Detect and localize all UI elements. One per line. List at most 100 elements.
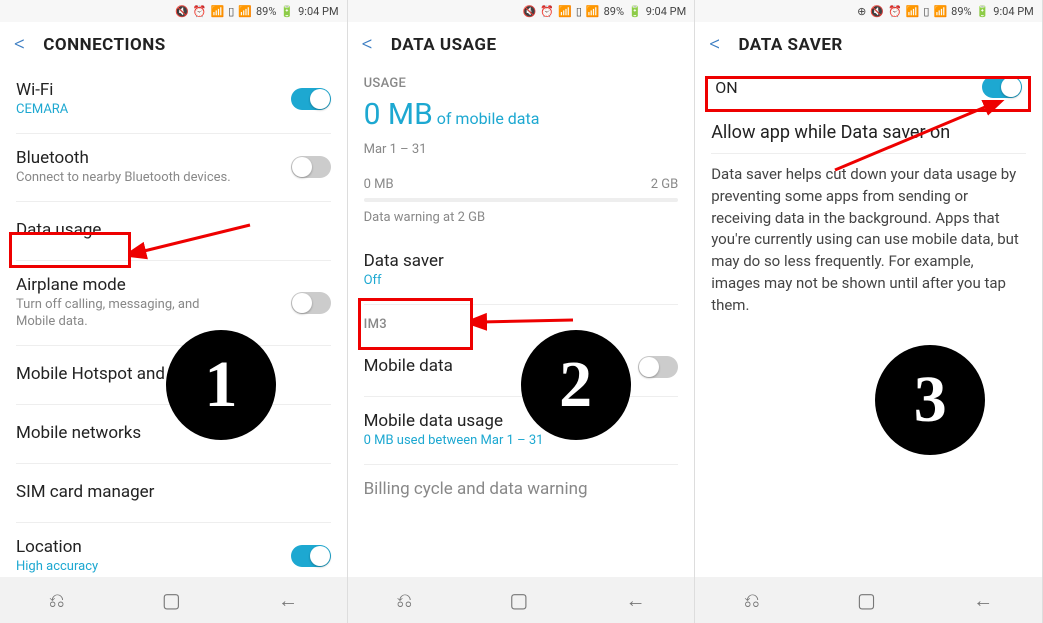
usage-number: 0 MB [364,97,433,132]
divider [711,153,1026,154]
mobile-usage-item[interactable]: Mobile data usage 0 MB used between Mar … [364,397,679,465]
nav-bar: ⎌ ▢ ← [0,577,347,623]
signal-icon: ▯ [228,5,234,18]
hotspot-item[interactable]: Mobile Hotspot and Tethering [16,346,331,405]
recents-icon[interactable]: ⎌ [744,588,760,612]
location-toggle[interactable] [291,545,331,567]
data-warning: Data warning at 2 GB [364,210,679,227]
alarm-icon: ⏰ [193,5,207,18]
range-max: 2 GB [651,177,679,192]
allow-app-item[interactable]: Allow app while Data saver on [711,122,1026,143]
billing-label: Billing cycle and data warning [364,479,679,499]
back-nav-icon[interactable]: ← [278,588,298,613]
header: < DATA SAVER [695,22,1042,66]
battery-text: 89% [951,5,971,18]
home-icon[interactable]: ▢ [509,588,528,612]
battery-icon: 🔋 [628,5,642,18]
wifi-icon: 📶 [558,5,572,18]
home-icon[interactable]: ▢ [857,588,876,612]
bluetooth-item[interactable]: Bluetooth Connect to nearby Bluetooth de… [16,134,331,202]
wifi-item[interactable]: Wi-Fi CEMARA [16,66,331,134]
panel-data-saver: ⊕ 🔇 ⏰ 📶 ▯ 📶 89% 🔋 9:04 PM < DATA SAVER O… [695,0,1043,623]
wifi-label: Wi-Fi [16,80,331,100]
range-min: 0 MB [364,177,394,192]
back-icon[interactable]: < [709,34,720,56]
signal-icon-2: 📶 [238,5,252,18]
usage-bar [364,198,679,202]
on-row[interactable]: ON [711,66,1026,108]
data-saver-toggle[interactable] [982,76,1022,98]
sim-label: SIM card manager [16,482,331,502]
airplane-toggle[interactable] [291,292,331,314]
signal-icon: ▯ [576,5,582,18]
mute-icon: 🔇 [175,5,189,18]
signal-icon-2: 📶 [586,5,600,18]
billing-item[interactable]: Billing cycle and data warning [364,465,679,505]
header: < CONNECTIONS [0,22,347,66]
mobile-data-item[interactable]: Mobile data [364,338,679,397]
home-icon[interactable]: ▢ [162,588,181,612]
sim-item[interactable]: SIM card manager [16,464,331,523]
bluetooth-sub: Connect to nearby Bluetooth devices. [16,170,331,187]
location-label: Location [16,537,331,557]
back-nav-icon[interactable]: ← [626,588,646,613]
data-saver-item[interactable]: Data saver Off [364,237,679,305]
networks-label: Mobile networks [16,423,331,443]
usage-suffix: of mobile data [437,109,540,128]
carrier-label: IM3 [364,317,679,332]
recents-icon[interactable]: ⎌ [396,588,412,612]
data-usage-label: Data usage [16,220,331,240]
page-title: DATA SAVER [738,35,842,55]
usage-content: USAGE 0 MB of mobile data Mar 1 – 31 0 M… [348,66,695,577]
airplane-item[interactable]: Airplane mode Turn off calling, messagin… [16,261,331,346]
data-saver-sub: Off [364,273,679,290]
back-icon[interactable]: < [14,34,25,56]
page-title: CONNECTIONS [43,35,165,55]
saver-content: ON Allow app while Data saver on Data sa… [695,66,1042,577]
wifi-icon: 📶 [211,5,225,18]
mobile-usage-label: Mobile data usage [364,411,679,431]
mobile-data-label: Mobile data [364,356,679,376]
status-bar: ⊕ 🔇 ⏰ 📶 ▯ 📶 89% 🔋 9:04 PM [695,0,1042,22]
page-title: DATA USAGE [391,35,497,55]
data-usage-item[interactable]: Data usage [16,202,331,261]
battery-icon: 🔋 [280,5,294,18]
date-range: Mar 1 – 31 [364,142,679,159]
description-text: Data saver helps cut down your data usag… [711,164,1026,316]
back-nav-icon[interactable]: ← [973,588,993,613]
header: < DATA USAGE [348,22,695,66]
wifi-toggle[interactable] [291,88,331,110]
recents-icon[interactable]: ⎌ [49,588,65,612]
settings-list: Wi-Fi CEMARA Bluetooth Connect to nearby… [0,66,347,577]
location-item[interactable]: Location High accuracy [16,523,331,577]
bluetooth-toggle[interactable] [291,156,331,178]
nav-bar: ⎌ ▢ ← [348,577,695,623]
battery-icon: 🔋 [976,5,990,18]
clock-text: 9:04 PM [298,5,338,18]
networks-item[interactable]: Mobile networks [16,405,331,464]
wifi-icon: 📶 [906,5,920,18]
signal-icon-2: 📶 [933,5,947,18]
hotspot-label: Mobile Hotspot and Tethering [16,364,331,384]
mobile-data-toggle[interactable] [638,356,678,378]
data-saver-label: Data saver [364,251,679,271]
mute-icon: 🔇 [870,5,884,18]
alarm-icon: ⏰ [888,5,902,18]
on-label: ON [715,78,737,97]
clock-text: 9:04 PM [993,5,1033,18]
panel-connections: 🔇 ⏰ 📶 ▯ 📶 89% 🔋 9:04 PM < CONNECTIONS Wi… [0,0,348,623]
status-bar: 🔇 ⏰ 📶 ▯ 📶 89% 🔋 9:04 PM [348,0,695,22]
clock-text: 9:04 PM [646,5,686,18]
airplane-label: Airplane mode [16,275,331,295]
panel-data-usage: 🔇 ⏰ 📶 ▯ 📶 89% 🔋 9:04 PM < DATA USAGE USA… [348,0,696,623]
mute-icon: 🔇 [523,5,537,18]
airplane-sub: Turn off calling, messaging, and Mobile … [16,297,236,331]
wifi-sub: CEMARA [16,102,331,119]
location-sub: High accuracy [16,559,331,576]
usage-amount: 0 MB of mobile data [364,97,679,132]
usage-range: 0 MB 2 GB [364,177,679,192]
alarm-icon: ⏰ [540,5,554,18]
back-icon[interactable]: < [362,34,373,56]
status-bar: 🔇 ⏰ 📶 ▯ 📶 89% 🔋 9:04 PM [0,0,347,22]
datasaver-icon: ⊕ [857,5,866,18]
